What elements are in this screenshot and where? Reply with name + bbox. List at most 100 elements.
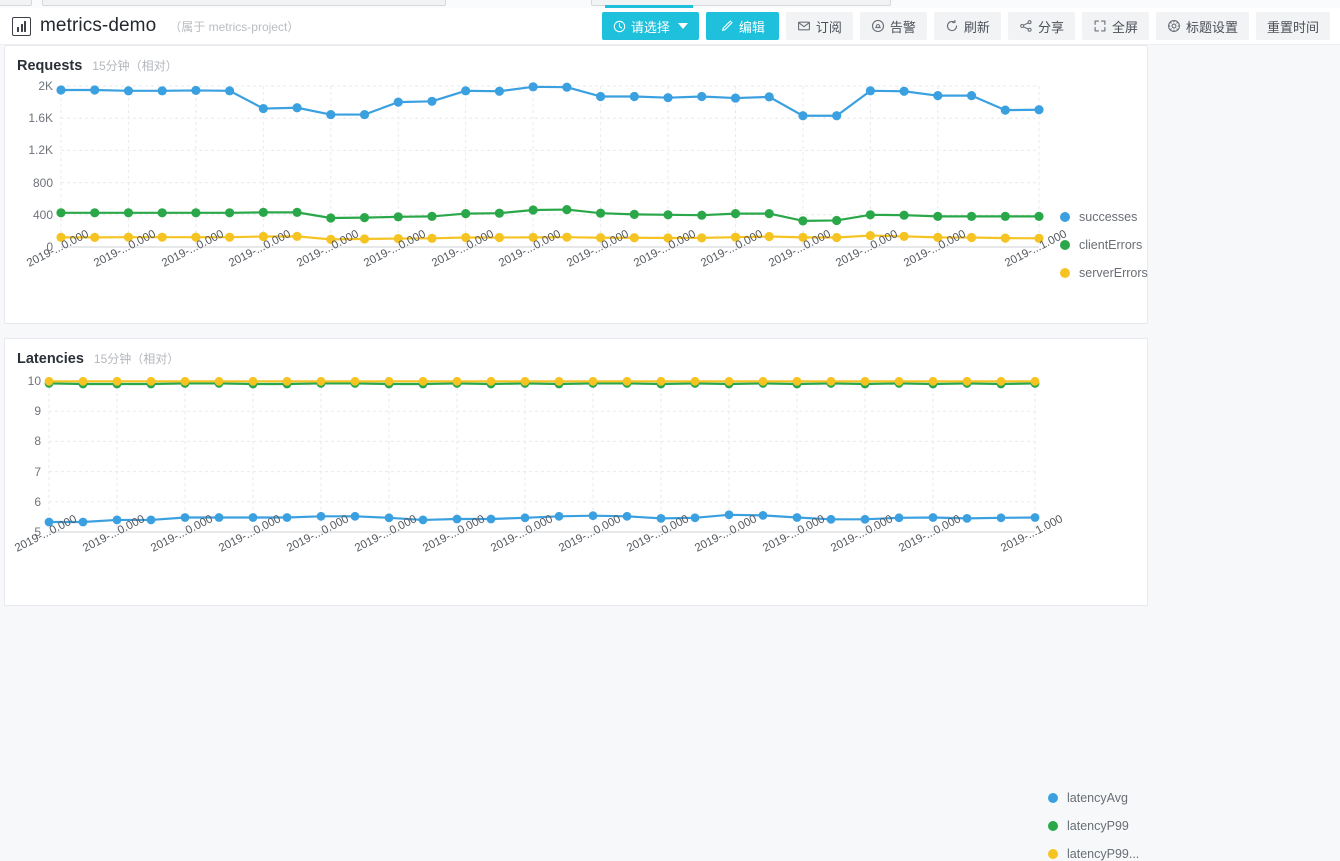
- data-point[interactable]: [697, 210, 707, 220]
- data-point[interactable]: [90, 208, 100, 218]
- data-point[interactable]: [758, 510, 768, 520]
- data-point[interactable]: [690, 513, 700, 523]
- data-point[interactable]: [520, 513, 530, 523]
- data-point[interactable]: [622, 511, 632, 521]
- data-point[interactable]: [123, 208, 134, 218]
- data-point[interactable]: [78, 376, 88, 386]
- data-point[interactable]: [966, 211, 977, 222]
- data-point[interactable]: [798, 216, 808, 226]
- data-point[interactable]: [248, 513, 258, 522]
- data-point[interactable]: [966, 91, 977, 101]
- data-point[interactable]: [157, 208, 167, 218]
- data-point[interactable]: [690, 376, 700, 386]
- data-point[interactable]: [860, 376, 870, 386]
- data-point[interactable]: [359, 234, 370, 244]
- data-point[interactable]: [832, 215, 842, 226]
- data-point[interactable]: [595, 208, 606, 218]
- data-point[interactable]: [384, 376, 394, 386]
- data-point[interactable]: [899, 210, 909, 220]
- data-point[interactable]: [724, 376, 734, 386]
- data-point[interactable]: [90, 85, 100, 95]
- data-point[interactable]: [865, 210, 875, 220]
- data-point[interactable]: [865, 86, 875, 96]
- data-point[interactable]: [832, 111, 842, 121]
- data-point[interactable]: [418, 515, 428, 525]
- data-point[interactable]: [452, 376, 462, 386]
- data-point[interactable]: [758, 376, 768, 386]
- data-point[interactable]: [494, 208, 505, 218]
- data-point[interactable]: [933, 211, 943, 222]
- data-point[interactable]: [663, 93, 673, 103]
- data-point[interactable]: [112, 376, 122, 386]
- data-point[interactable]: [427, 233, 437, 243]
- data-point[interactable]: [764, 208, 774, 219]
- data-point[interactable]: [326, 213, 336, 223]
- card-requests-range[interactable]: 15分钟（相对）: [92, 57, 177, 74]
- data-point[interactable]: [792, 376, 802, 386]
- data-point[interactable]: [724, 510, 734, 520]
- alarm-button[interactable]: 告警: [859, 12, 927, 40]
- data-point[interactable]: [486, 376, 496, 386]
- data-point[interactable]: [899, 231, 909, 241]
- data-point[interactable]: [258, 103, 268, 114]
- data-point[interactable]: [595, 91, 606, 102]
- data-point[interactable]: [966, 232, 977, 243]
- edit-button[interactable]: 编辑: [705, 12, 779, 40]
- legend-item-latencyP99[interactable]: latencyP99: [1048, 819, 1139, 833]
- data-point[interactable]: [996, 376, 1006, 386]
- data-point[interactable]: [554, 511, 564, 521]
- data-point[interactable]: [554, 376, 564, 386]
- data-point[interactable]: [962, 514, 972, 523]
- data-point[interactable]: [123, 86, 134, 96]
- data-point[interactable]: [191, 208, 201, 218]
- data-point[interactable]: [292, 231, 302, 241]
- legend-item-latencyAvg[interactable]: latencyAvg: [1048, 791, 1139, 805]
- data-point[interactable]: [832, 232, 842, 243]
- data-point[interactable]: [292, 207, 302, 217]
- refresh-button[interactable]: 刷新: [933, 12, 1001, 40]
- share-button[interactable]: 分享: [1007, 12, 1075, 40]
- data-point[interactable]: [697, 233, 707, 243]
- data-point[interactable]: [427, 96, 437, 106]
- data-point[interactable]: [528, 82, 538, 92]
- data-point[interactable]: [359, 109, 370, 120]
- legend-item-serverErrors[interactable]: serverErrors: [1060, 266, 1148, 280]
- data-point[interactable]: [393, 212, 403, 222]
- data-point[interactable]: [486, 514, 496, 524]
- data-point[interactable]: [562, 204, 572, 215]
- data-point[interactable]: [656, 514, 666, 523]
- data-point[interactable]: [180, 376, 190, 386]
- data-point[interactable]: [894, 513, 904, 523]
- data-point[interactable]: [860, 514, 870, 524]
- data-point[interactable]: [44, 376, 54, 386]
- data-point[interactable]: [1000, 211, 1010, 222]
- data-point[interactable]: [225, 86, 235, 96]
- data-point[interactable]: [1000, 105, 1010, 115]
- title-settings-button[interactable]: 标题设置: [1155, 12, 1249, 40]
- data-point[interactable]: [1030, 376, 1040, 386]
- data-point[interactable]: [520, 376, 530, 386]
- data-point[interactable]: [316, 511, 326, 521]
- data-point[interactable]: [826, 376, 836, 386]
- data-point[interactable]: [56, 208, 66, 218]
- data-point[interactable]: [894, 376, 904, 386]
- data-point[interactable]: [214, 376, 224, 386]
- data-point[interactable]: [225, 232, 235, 242]
- data-point[interactable]: [157, 86, 167, 96]
- data-point[interactable]: [316, 376, 326, 386]
- data-point[interactable]: [622, 376, 632, 386]
- data-point[interactable]: [494, 232, 505, 243]
- data-point[interactable]: [764, 231, 774, 242]
- data-point[interactable]: [962, 376, 972, 386]
- data-point[interactable]: [629, 91, 639, 102]
- legend-item-clientErrors[interactable]: clientErrors: [1060, 238, 1148, 252]
- data-point[interactable]: [418, 376, 428, 386]
- data-point[interactable]: [588, 511, 598, 521]
- data-point[interactable]: [452, 514, 462, 524]
- subscribe-button[interactable]: 订阅: [785, 12, 853, 40]
- legend-item-successes[interactable]: successes: [1060, 210, 1148, 224]
- data-point[interactable]: [588, 376, 598, 386]
- data-point[interactable]: [562, 82, 572, 92]
- data-point[interactable]: [1034, 211, 1044, 222]
- data-point[interactable]: [663, 210, 673, 220]
